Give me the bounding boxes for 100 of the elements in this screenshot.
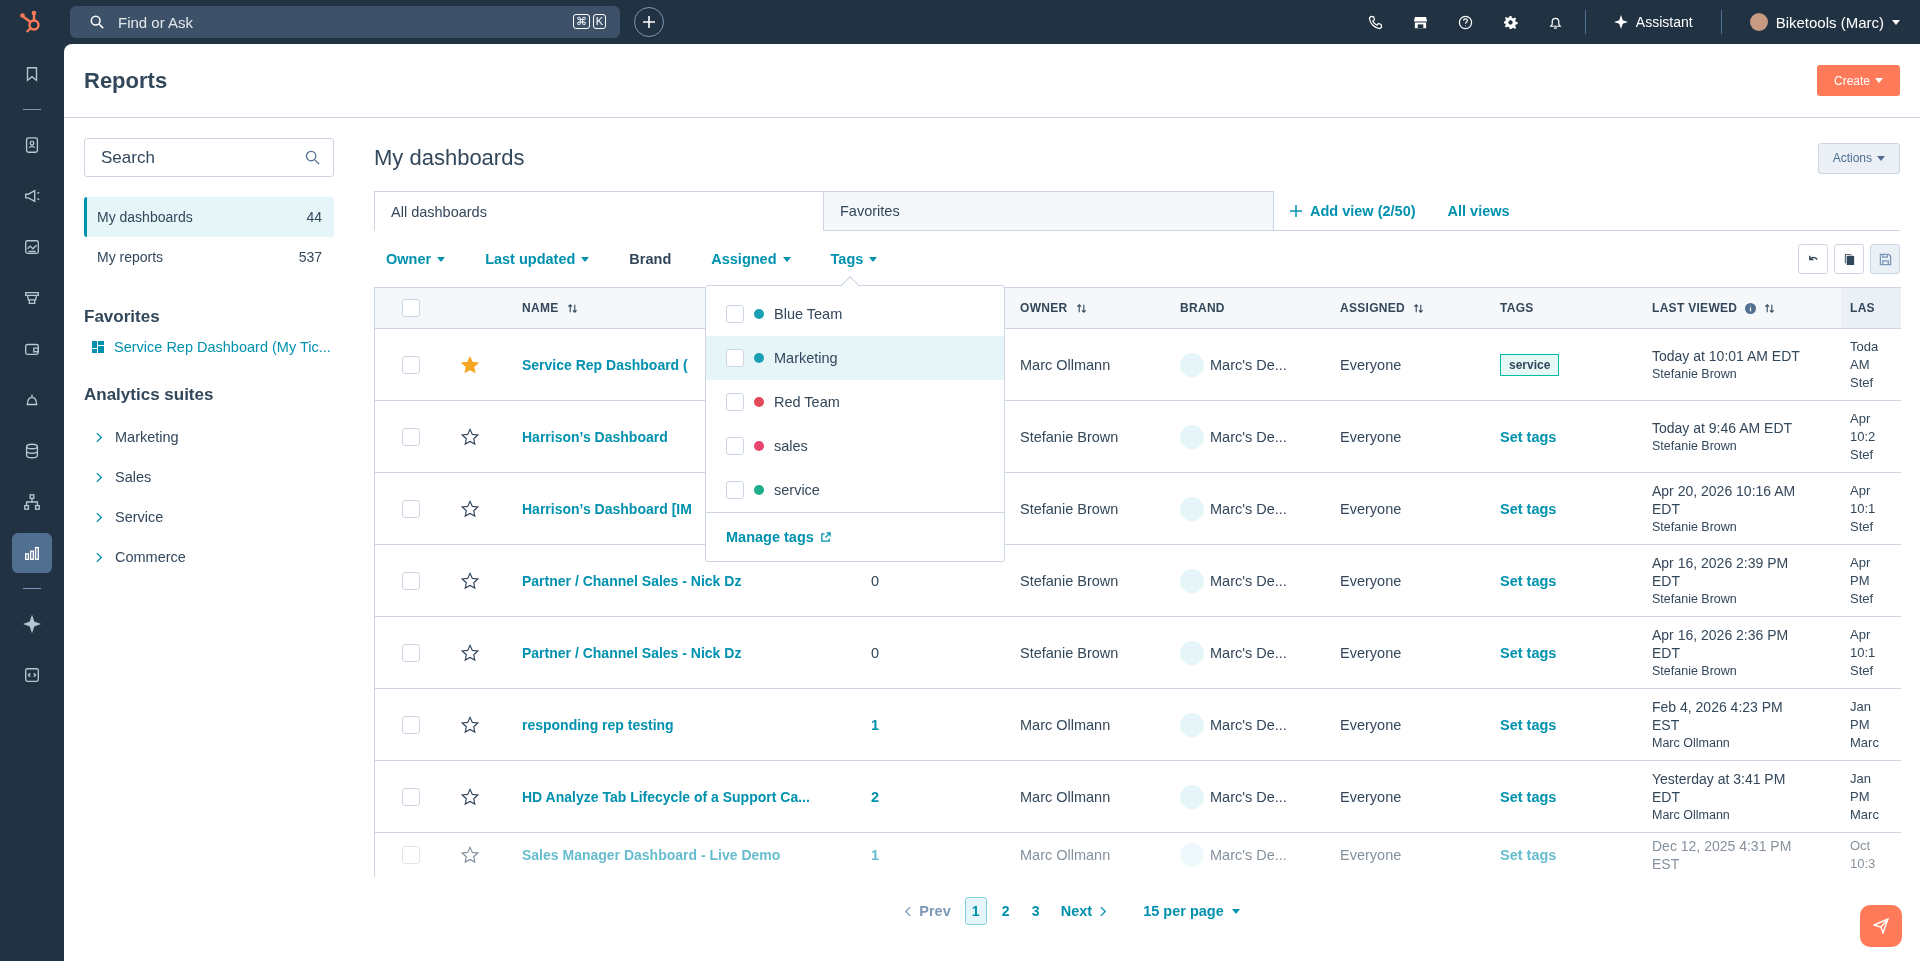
undo-button[interactable] <box>1798 244 1828 274</box>
chevron-right-icon[interactable] <box>96 471 103 483</box>
chat-button[interactable] <box>1860 905 1902 947</box>
page-number[interactable]: 2 <box>994 897 1017 925</box>
assistant-button[interactable]: Assistant <box>1599 10 1707 34</box>
dashboard-link[interactable]: Service Rep Dashboard ( <box>522 356 688 373</box>
suite-item[interactable]: Sales <box>115 469 152 485</box>
sort-icon[interactable] <box>1075 302 1087 314</box>
star-icon[interactable] <box>461 715 479 734</box>
row-checkbox[interactable] <box>402 643 420 662</box>
dashboard-link[interactable]: Sales Manager Dashboard - Live Demo <box>522 847 781 863</box>
view-tab[interactable]: All dashboards <box>374 191 824 231</box>
create-button[interactable]: Create <box>1816 65 1900 96</box>
filter-button[interactable]: Brand <box>617 245 684 273</box>
set-tags-link[interactable]: Set tags <box>1500 788 1557 805</box>
viewer-name: Marc Ollmann <box>1652 734 1730 752</box>
row-checkbox[interactable] <box>402 715 420 734</box>
sort-icon[interactable] <box>1764 302 1776 314</box>
sort-icon[interactable] <box>1413 302 1425 314</box>
assigned-cell: Everyone <box>1340 500 1402 517</box>
marketplace-icon[interactable] <box>1412 14 1428 30</box>
count-link[interactable]: 1 <box>871 716 880 733</box>
manage-tags-link[interactable]: Manage tags <box>726 529 831 545</box>
suite-item[interactable]: Marketing <box>115 429 179 445</box>
set-tags-link[interactable]: Set tags <box>1500 847 1557 863</box>
star-icon[interactable] <box>461 787 479 806</box>
help-icon[interactable] <box>1457 14 1473 30</box>
actions-button[interactable]: Actions <box>1817 142 1900 174</box>
tag-option[interactable]: Red Team <box>706 380 1004 424</box>
table-cell: Marc <box>1850 733 1879 752</box>
star-icon[interactable] <box>461 846 479 864</box>
tag-option[interactable]: Blue Team <box>706 292 1004 336</box>
set-tags-link[interactable]: Set tags <box>1500 428 1557 445</box>
tag-option[interactable]: service <box>706 468 1004 512</box>
row-checkbox[interactable] <box>402 427 420 446</box>
row-checkbox[interactable] <box>402 571 420 590</box>
sidebar-item[interactable]: My dashboards 44 <box>84 197 334 237</box>
next-page-button[interactable]: Next <box>1054 899 1114 923</box>
suite-item[interactable]: Service <box>115 509 164 525</box>
account-menu[interactable]: Biketools (Marc) <box>1735 9 1906 35</box>
dashboard-link[interactable]: responding rep testing <box>522 716 674 733</box>
table-cell: 10:1 <box>1850 643 1876 662</box>
clone-button[interactable] <box>1834 244 1864 274</box>
phone-icon[interactable] <box>1367 14 1383 30</box>
send-icon <box>1873 918 1889 934</box>
view-tab[interactable]: Favorites <box>824 191 1274 230</box>
chevron-right-icon[interactable] <box>96 511 103 523</box>
tag-option[interactable]: sales <box>706 424 1004 468</box>
all-views-link[interactable]: All views <box>1431 191 1526 230</box>
page-number[interactable]: 3 <box>1024 897 1047 925</box>
suite-item[interactable]: Commerce <box>115 549 186 565</box>
bar-chart-icon <box>23 544 41 562</box>
chevron-right-icon[interactable] <box>96 551 103 563</box>
set-tags-link[interactable]: Set tags <box>1500 500 1557 517</box>
star-icon[interactable] <box>461 571 479 590</box>
sidebar-item[interactable]: My reports 537 <box>84 237 334 277</box>
table-cell: Apr <box>1850 481 1871 500</box>
star-icon[interactable] <box>461 355 479 374</box>
settings-icon[interactable] <box>1502 14 1518 30</box>
tag-checkbox[interactable] <box>726 481 744 499</box>
star-icon[interactable] <box>461 643 479 662</box>
save-button[interactable] <box>1870 244 1900 274</box>
favorite-link[interactable]: Service Rep Dashboard (My Tic... <box>114 339 331 355</box>
count-link[interactable]: 1 <box>871 847 880 863</box>
set-tags-link[interactable]: Set tags <box>1500 572 1557 589</box>
sort-icon[interactable] <box>566 302 578 314</box>
row-checkbox[interactable] <box>402 355 420 374</box>
filter-dropdown[interactable]: Tags <box>818 245 890 273</box>
filter-dropdown[interactable]: Owner <box>374 245 458 273</box>
set-tags-link[interactable]: Set tags <box>1500 716 1557 733</box>
filter-dropdown[interactable]: Last updated <box>473 245 602 273</box>
tag-checkbox[interactable] <box>726 305 744 323</box>
add-view-link[interactable]: Add view (2/50) <box>1274 191 1432 230</box>
select-all-checkbox[interactable] <box>402 299 420 317</box>
dashboard-link[interactable]: Partner / Channel Sales - Nick Dz <box>522 572 742 589</box>
star-icon[interactable] <box>461 499 479 518</box>
row-checkbox[interactable] <box>402 846 420 864</box>
dashboard-link[interactable]: Partner / Channel Sales - Nick Dz <box>522 644 742 661</box>
tag-option[interactable]: Marketing <box>706 336 1004 380</box>
info-icon[interactable] <box>1745 302 1757 314</box>
set-tags-link[interactable]: Set tags <box>1500 644 1557 661</box>
row-checkbox[interactable] <box>402 499 420 518</box>
dashboard-link[interactable]: Harrison’s Dashboard <box>522 428 668 445</box>
filter-dropdown[interactable]: Assigned <box>699 245 803 273</box>
dashboard-link[interactable]: HD Analyze Tab Lifecycle of a Support Ca... <box>522 788 810 805</box>
nav-rail-item[interactable] <box>12 533 52 573</box>
tag-chip[interactable]: service <box>1500 353 1560 376</box>
tag-checkbox[interactable] <box>726 349 744 367</box>
tag-checkbox[interactable] <box>726 437 744 455</box>
dashboard-link[interactable]: Harrison’s Dashboard [IM <box>522 500 692 517</box>
table-cell: Stef <box>1850 589 1874 608</box>
section-title: My dashboards <box>374 145 525 171</box>
per-page-dropdown[interactable]: 15 per page <box>1137 899 1246 923</box>
chevron-right-icon[interactable] <box>96 431 103 443</box>
count-link[interactable]: 2 <box>871 788 880 805</box>
search-field[interactable]: Search <box>84 138 334 177</box>
star-icon[interactable] <box>461 427 479 446</box>
page-number[interactable]: 1 <box>964 897 987 925</box>
row-checkbox[interactable] <box>402 787 420 806</box>
tag-checkbox[interactable] <box>726 393 744 411</box>
